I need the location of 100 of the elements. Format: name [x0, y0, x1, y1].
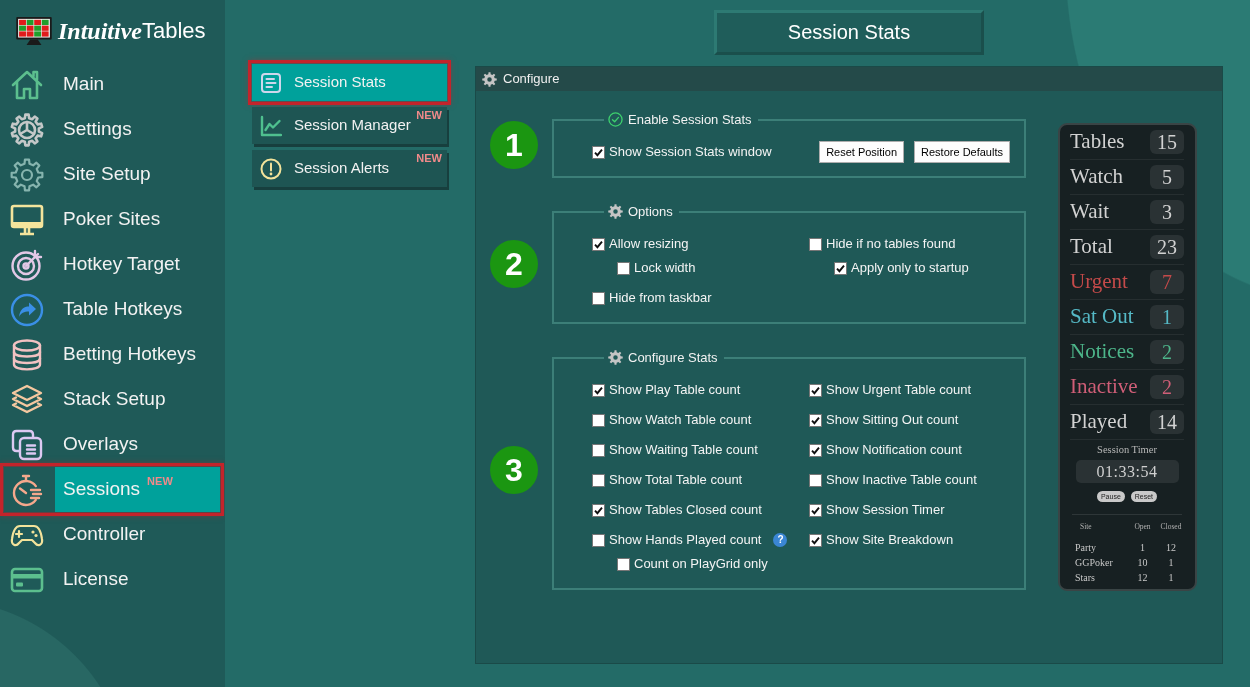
checkbox[interactable] — [592, 473, 605, 487]
checkbox-label[interactable]: Show Urgent Table count — [826, 380, 972, 400]
checkbox[interactable] — [617, 261, 630, 275]
checkbox[interactable] — [592, 383, 605, 397]
stat-value: 2 — [1150, 375, 1184, 399]
checkbox[interactable] — [592, 237, 605, 251]
new-label: NEW — [147, 476, 173, 487]
restore-defaults-button[interactable]: Restore Defaults — [914, 141, 1010, 163]
checkbox-label[interactable]: Show Play Table count — [609, 380, 741, 400]
table-cell-text: Party — [1074, 540, 1098, 555]
stat-value: 3 — [1150, 200, 1184, 224]
checkbox-label[interactable]: Lock width — [634, 258, 696, 278]
step-number-badge: 3 — [490, 446, 538, 494]
stat-label: Played — [1070, 410, 1128, 434]
table-cell-text: 1 — [1167, 555, 1175, 570]
checkbox[interactable] — [592, 291, 605, 305]
new-label: NEW — [416, 153, 442, 164]
sidebar-item[interactable]: Betting Hotkeys — [4, 332, 220, 377]
checkbox-label[interactable]: Show Notification count — [826, 440, 962, 460]
checkbox-label[interactable]: Apply only to startup — [851, 258, 969, 278]
checkbox-label[interactable]: Count on PlayGrid only — [634, 554, 768, 574]
checkbox[interactable] — [809, 237, 822, 251]
checkbox[interactable] — [809, 383, 822, 397]
logo-text: Tables — [142, 17, 206, 45]
sidebar-item[interactable]: Settings — [4, 107, 220, 152]
checkbox[interactable] — [592, 413, 605, 427]
subnav-item[interactable]: Session Manager NEW — [252, 107, 447, 144]
checkbox-label[interactable]: Show Tables Closed count — [609, 500, 762, 520]
checkbox-label[interactable]: Allow resizing — [609, 234, 689, 254]
database-icon — [10, 337, 44, 372]
checkbox[interactable] — [592, 443, 605, 457]
stacked-windows-icon — [10, 427, 44, 462]
checkbox[interactable] — [809, 473, 822, 487]
stat-value: 7 — [1150, 270, 1184, 294]
sidebar-item[interactable]: Main — [4, 62, 220, 107]
checkbox[interactable] — [809, 443, 822, 457]
stat-value: 23 — [1150, 235, 1184, 259]
stat-value: 14 — [1150, 410, 1184, 434]
sidebar-item[interactable]: Controller — [4, 512, 220, 557]
sidebar-item[interactable]: Overlays — [4, 422, 220, 467]
checkbox-label[interactable]: Hide from taskbar — [609, 288, 712, 308]
stat-label: Total — [1070, 235, 1113, 259]
checkbox-label[interactable]: Show Inactive Table count — [826, 470, 977, 490]
timer-display: 01:33:54 — [1075, 460, 1179, 483]
group-legend: Configure Stats — [628, 350, 718, 365]
checkbox-label[interactable]: Show Session Timer — [826, 500, 945, 520]
timer-label: Session Timer — [1096, 443, 1158, 457]
gear-icon — [10, 112, 44, 147]
sidebar-item[interactable]: Stack Setup — [4, 377, 220, 422]
page-title: Session Stats — [714, 10, 984, 55]
checkbox-label[interactable]: Show Total Table count — [609, 470, 743, 490]
check-circle-icon — [608, 112, 623, 127]
monitor-icon — [10, 202, 44, 237]
checkbox[interactable] — [592, 533, 605, 547]
checkbox[interactable] — [809, 503, 822, 517]
stat-value: 1 — [1150, 305, 1184, 329]
sidebar-item[interactable]: Table Hotkeys — [4, 287, 220, 332]
gear-icon — [608, 204, 623, 219]
stat-value: 5 — [1150, 165, 1184, 189]
stat-label: Tables — [1070, 130, 1125, 154]
checkbox-label[interactable]: Show Hands Played count — [609, 530, 762, 550]
checkbox-label[interactable]: Show Watch Table count — [609, 410, 752, 430]
gear-icon — [482, 71, 497, 87]
stat-label: Inactive — [1070, 375, 1138, 399]
sidebar-item[interactable]: License — [4, 557, 220, 602]
checkbox[interactable] — [617, 557, 630, 571]
reset-position-button[interactable]: Reset Position — [819, 141, 905, 163]
table-cell-text: 12 — [1136, 570, 1149, 585]
checkbox[interactable] — [834, 261, 847, 275]
sidebar-item[interactable]: Hotkey Target — [4, 242, 220, 287]
logo-script-text: Intuitive — [58, 16, 142, 46]
stopwatch-icon — [10, 472, 44, 507]
help-button[interactable]: ? — [773, 533, 788, 547]
checkbox[interactable] — [592, 145, 605, 159]
table-cell-text: 1 — [1139, 540, 1146, 555]
target-icon — [10, 247, 44, 282]
new-label: NEW — [416, 110, 442, 121]
stat-label: Urgent — [1070, 270, 1128, 294]
checkbox[interactable] — [809, 413, 822, 427]
stat-label: Watch — [1070, 165, 1124, 189]
group-legend: Enable Session Stats — [628, 112, 752, 127]
sidebar-item[interactable]: Poker Sites — [4, 197, 220, 242]
line-chart-icon — [260, 114, 282, 137]
table-cell-text: 12 — [1165, 540, 1177, 555]
exclamation-icon — [260, 157, 282, 180]
table-cell-text: GGPoker — [1074, 555, 1114, 570]
checkbox-label[interactable]: Show Waiting Table count — [609, 440, 758, 460]
stat-label: Notices — [1070, 340, 1135, 364]
checkbox-label[interactable]: Hide if no tables found — [826, 234, 956, 254]
list-icon — [260, 71, 282, 94]
table-cell-text: 1 — [1167, 570, 1175, 585]
checkbox-label[interactable]: Show Session Stats window — [609, 142, 772, 162]
step-number-badge: 2 — [490, 240, 538, 288]
checkbox[interactable] — [809, 533, 822, 547]
subnav-item[interactable]: Session Alerts NEW — [252, 150, 447, 187]
checkbox-label[interactable]: Show Site Breakdown — [826, 530, 954, 550]
checkbox[interactable] — [592, 503, 605, 517]
checkbox-label[interactable]: Show Sitting Out count — [826, 410, 959, 430]
sidebar-item[interactable]: Site Setup — [4, 152, 220, 197]
group-legend: Options — [628, 204, 673, 219]
